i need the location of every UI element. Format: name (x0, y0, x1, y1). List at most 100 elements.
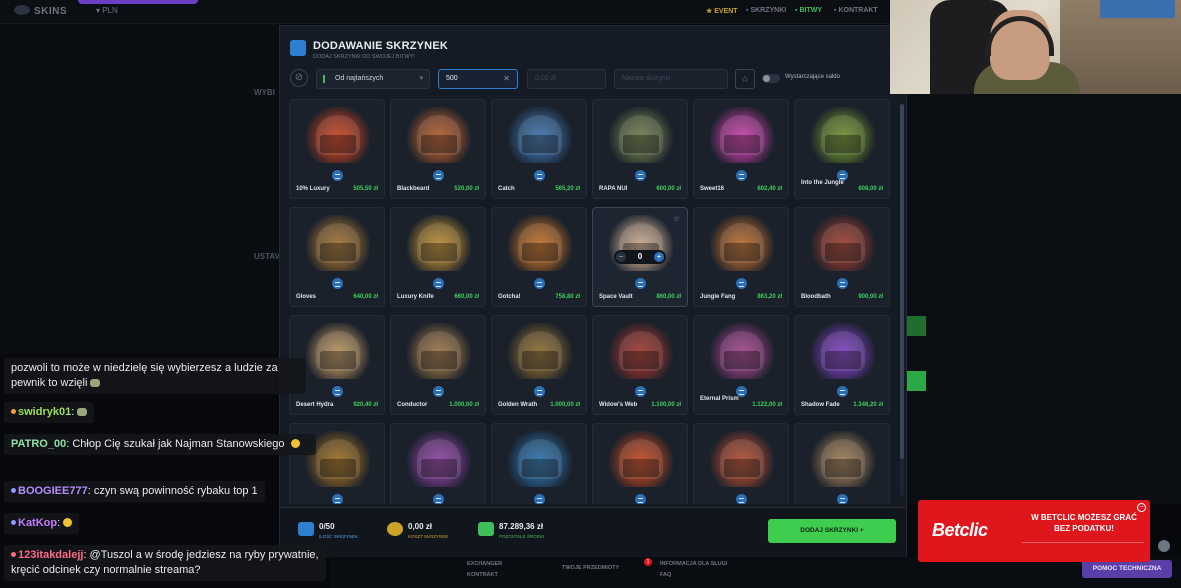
case-card[interactable]: Bloodbath 900,00 zł (794, 207, 890, 307)
case-price: 660,00 zł (454, 294, 479, 300)
case-preview-icon[interactable] (433, 386, 444, 397)
nav-kontrakt[interactable]: ▪ KONTRAKT (834, 7, 878, 14)
case-image (609, 107, 673, 163)
case-name: Jungle Fang (700, 294, 736, 300)
modal-header: DODAWANIE SKRZYNEK DODAJ SKRZYNKI DO SWO… (280, 26, 906, 66)
case-image (306, 107, 370, 163)
footer-link[interactable]: FAQ (660, 572, 671, 578)
case-preview-icon[interactable] (635, 386, 646, 397)
nav-skrzynki[interactable]: ▪ SKRZYNKI (746, 7, 786, 14)
case-preview-icon[interactable] (534, 170, 545, 181)
streamer-webcam (890, 0, 1181, 94)
chat-username[interactable]: PATRO_00 (11, 438, 66, 450)
case-preview-icon[interactable] (433, 494, 444, 504)
favorite-star-icon[interactable]: ☆ (673, 214, 680, 223)
case-preview-icon[interactable] (635, 170, 646, 181)
scroll-thumb[interactable] (900, 104, 904, 459)
betclic-ad[interactable]: Betclic W BETCLIC MOŻESZ GRAĆ BEZ PODATK… (918, 500, 1150, 562)
language-select[interactable]: ▾ PLN (96, 6, 118, 15)
footer-link[interactable]: EXCHANGER (467, 561, 502, 567)
nav-event[interactable]: ★ EVENT (706, 7, 738, 15)
case-card[interactable]: RAPA NUI 600,00 zł (592, 99, 688, 199)
case-preview-icon[interactable] (736, 278, 747, 289)
footer-link[interactable]: TWOJE PRZEDMIOTY (562, 565, 619, 571)
case-preview-icon[interactable] (433, 170, 444, 181)
case-price: 608,00 zł (858, 186, 883, 192)
case-preview-icon[interactable] (837, 278, 848, 289)
case-name: Gloves (296, 294, 317, 300)
case-icon (290, 40, 306, 56)
case-preview-icon[interactable] (433, 278, 444, 289)
chat-username[interactable]: BOOGIEE777 (18, 485, 88, 497)
case-image (710, 323, 774, 379)
case-card[interactable]: Eternal Prism 1.122,00 zł (693, 315, 789, 415)
case-card[interactable]: Gloves 640,00 zł (289, 207, 385, 307)
reset-filter-button[interactable]: ⊘ (290, 69, 308, 87)
case-image (710, 431, 774, 487)
case-price: 520,00 zł (454, 186, 479, 192)
case-name: Bloodbath (801, 294, 831, 300)
case-card[interactable]: Into the Jungle 608,00 zł (794, 99, 890, 199)
case-card[interactable]: Widow's Web 1.100,00 zł (592, 315, 688, 415)
case-card[interactable]: Space Vault 860,00 zł 0− + ☆ (592, 207, 688, 307)
tech-support-button[interactable]: POMOC TECHNICZNA (1082, 560, 1172, 578)
balance-toggle[interactable] (762, 74, 780, 83)
case-card[interactable]: Catch 565,20 zł (491, 99, 587, 199)
case-preview-icon[interactable] (534, 278, 545, 289)
case-card[interactable]: Sweet16 602,40 zł (693, 99, 789, 199)
scrollbar[interactable] (900, 104, 904, 496)
close-icon[interactable]: − (1137, 503, 1146, 512)
case-card[interactable] (390, 423, 486, 504)
decrement-button[interactable]: − (616, 252, 626, 262)
chat-username[interactable]: 123itakdalejj (18, 549, 83, 561)
case-card[interactable]: Blackbeard 520,00 zł (390, 99, 486, 199)
footer-link[interactable]: KONTRAKT (467, 572, 498, 578)
clear-icon[interactable]: ✕ (503, 70, 510, 88)
max-price-input[interactable]: 0,00 zł (527, 69, 606, 89)
case-preview-icon[interactable] (534, 386, 545, 397)
case-preview-icon[interactable] (837, 386, 848, 397)
case-name-search[interactable]: Nazwa skrzynki (614, 69, 728, 89)
chat-username[interactable]: swidryk01 (18, 406, 71, 418)
case-image (811, 215, 875, 271)
case-card[interactable] (693, 423, 789, 504)
case-preview-icon[interactable] (837, 494, 848, 504)
increment-button[interactable]: + (654, 252, 664, 262)
site-logo[interactable]: SKINS (14, 5, 67, 17)
case-card[interactable] (592, 423, 688, 504)
case-preview-icon[interactable] (332, 278, 343, 289)
case-preview-icon[interactable] (534, 494, 545, 504)
chat-username[interactable]: KatKop (18, 517, 57, 529)
case-card[interactable]: Luxury Knife 660,00 zł (390, 207, 486, 307)
case-image (508, 107, 572, 163)
sort-select[interactable]: Od najtańszych ▾ (316, 69, 430, 89)
case-card[interactable] (794, 423, 890, 504)
telegram-icon[interactable] (1158, 540, 1170, 552)
case-image (811, 431, 875, 487)
case-preview-icon[interactable] (635, 494, 646, 504)
case-preview-icon[interactable] (635, 278, 646, 289)
favorites-button[interactable]: ☆ (735, 69, 755, 89)
case-card[interactable]: Conductor 1.000,00 zł (390, 315, 486, 415)
quantity-stepper[interactable]: 0− + (614, 250, 666, 264)
case-preview-icon[interactable] (332, 494, 343, 504)
nav-bitwy[interactable]: ▪ BITWY (795, 7, 822, 14)
case-name: Shadow Fade (801, 402, 840, 408)
case-preview-icon[interactable] (736, 494, 747, 504)
case-name: Conductor (397, 402, 428, 408)
case-card[interactable]: Shadow Fade 1.346,20 zł (794, 315, 890, 415)
add-cases-button[interactable]: DODAJ SKRZYNKI + (768, 519, 896, 543)
case-preview-icon[interactable] (332, 386, 343, 397)
sort-value: Od najtańszych (335, 75, 384, 82)
footer-link[interactable]: INFORMACJA DLA SŁUGI (660, 561, 727, 567)
case-card[interactable]: Gotcha! 758,80 zł (491, 207, 587, 307)
case-card[interactable] (491, 423, 587, 504)
case-preview-icon[interactable] (736, 170, 747, 181)
case-card[interactable]: Golden Wrath 1.000,00 zł (491, 315, 587, 415)
chat-message: 123itakdalejj: @Tuszol a w środę jedzies… (4, 545, 326, 581)
case-preview-icon[interactable] (332, 170, 343, 181)
case-card[interactable]: 10% Luxury 505,50 zł (289, 99, 385, 199)
case-card[interactable]: Jungle Fang 863,20 zł (693, 207, 789, 307)
min-price-input[interactable]: 500 ✕ (438, 69, 518, 89)
case-name: Blackbeard (397, 186, 430, 192)
